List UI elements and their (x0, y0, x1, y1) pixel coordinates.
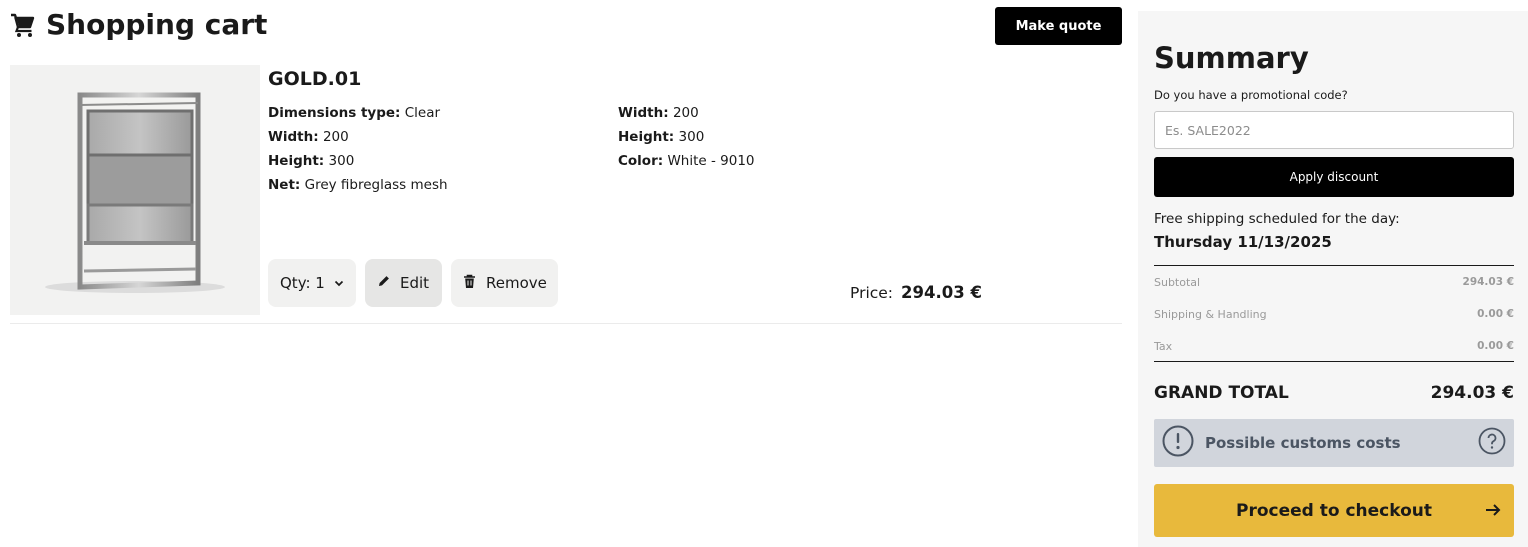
spec-width: Width: 200 (268, 129, 349, 145)
price-label: Price: (850, 284, 894, 302)
summary-title: Summary (1154, 41, 1309, 75)
subtotal-value: 294.03 € (1462, 276, 1514, 288)
chevron-down-icon (334, 274, 344, 292)
grand-total-value: 294.03 € (1430, 383, 1514, 403)
subtotal-row: Subtotal 294.03 € (1154, 276, 1514, 289)
item-price: Price: 294.03 € (850, 283, 982, 302)
pencil-icon (377, 274, 391, 292)
cart-icon (10, 12, 36, 38)
customs-label: Possible customs costs (1205, 434, 1401, 452)
grand-total-label: GRAND TOTAL (1154, 383, 1289, 403)
make-quote-button[interactable]: Make quote (995, 7, 1122, 45)
spec-color: Color: White - 9010 (618, 153, 755, 169)
tax-value: 0.00 € (1477, 340, 1514, 352)
item-divider (10, 323, 1122, 324)
summary-divider (1154, 265, 1514, 266)
quantity-select[interactable]: Qty: 1 (268, 259, 356, 307)
shipping-row: Shipping & Handling 0.00 € (1154, 308, 1514, 321)
subtotal-label: Subtotal (1154, 276, 1201, 289)
apply-discount-button[interactable]: Apply discount (1154, 157, 1514, 197)
spec-list-left: Dimensions type: Clear Width: 200 Height… (268, 101, 448, 197)
price-value: 294.03 € (901, 283, 982, 302)
item-actions: Qty: 1 Edit Remove (268, 259, 558, 307)
spec-height: Height: 300 (268, 153, 355, 169)
checkout-label: Proceed to checkout (1235, 500, 1432, 521)
page-header: Shopping cart (10, 8, 267, 41)
tax-row: Tax 0.00 € (1154, 340, 1514, 353)
shipping-value: 0.00 € (1477, 308, 1514, 320)
window-screen-image (45, 92, 225, 293)
spec-width: Width: 200 (618, 105, 699, 121)
alert-icon (1162, 425, 1194, 461)
edit-button[interactable]: Edit (365, 259, 442, 307)
product-name[interactable]: GOLD.01 (268, 68, 361, 90)
proceed-to-checkout-button[interactable]: Proceed to checkout (1154, 484, 1514, 537)
spec-height: Height: 300 (618, 129, 705, 145)
page-title: Shopping cart (46, 8, 268, 41)
tax-label: Tax (1154, 340, 1173, 353)
remove-button[interactable]: Remove (451, 259, 558, 307)
shipping-date: Thursday 11/13/2025 (1154, 233, 1332, 251)
trash-icon (463, 274, 476, 293)
spec-net: Net: Grey fibreglass mesh (268, 177, 448, 193)
promo-code-input[interactable] (1154, 111, 1514, 149)
spec-list-right: Width: 200 Height: 300 Color: White - 90… (618, 101, 755, 173)
customs-costs-notice[interactable]: Possible customs costs (1154, 419, 1514, 467)
product-image[interactable] (10, 65, 260, 315)
summary-divider (1154, 361, 1514, 362)
arrow-right-icon (1484, 501, 1502, 524)
edit-label: Edit (400, 274, 430, 292)
shipping-note: Free shipping scheduled for the day: (1154, 211, 1400, 227)
help-icon[interactable] (1478, 427, 1506, 459)
spec-dimensions-type: Dimensions type: Clear (268, 105, 441, 121)
summary-panel: Summary Do you have a promotional code? … (1138, 11, 1528, 547)
grand-total-row: GRAND TOTAL 294.03 € (1154, 383, 1514, 403)
quantity-label: Qty: 1 (280, 274, 325, 292)
shipping-label: Shipping & Handling (1154, 308, 1267, 321)
promo-question: Do you have a promotional code? (1154, 88, 1348, 102)
remove-label: Remove (486, 274, 547, 292)
